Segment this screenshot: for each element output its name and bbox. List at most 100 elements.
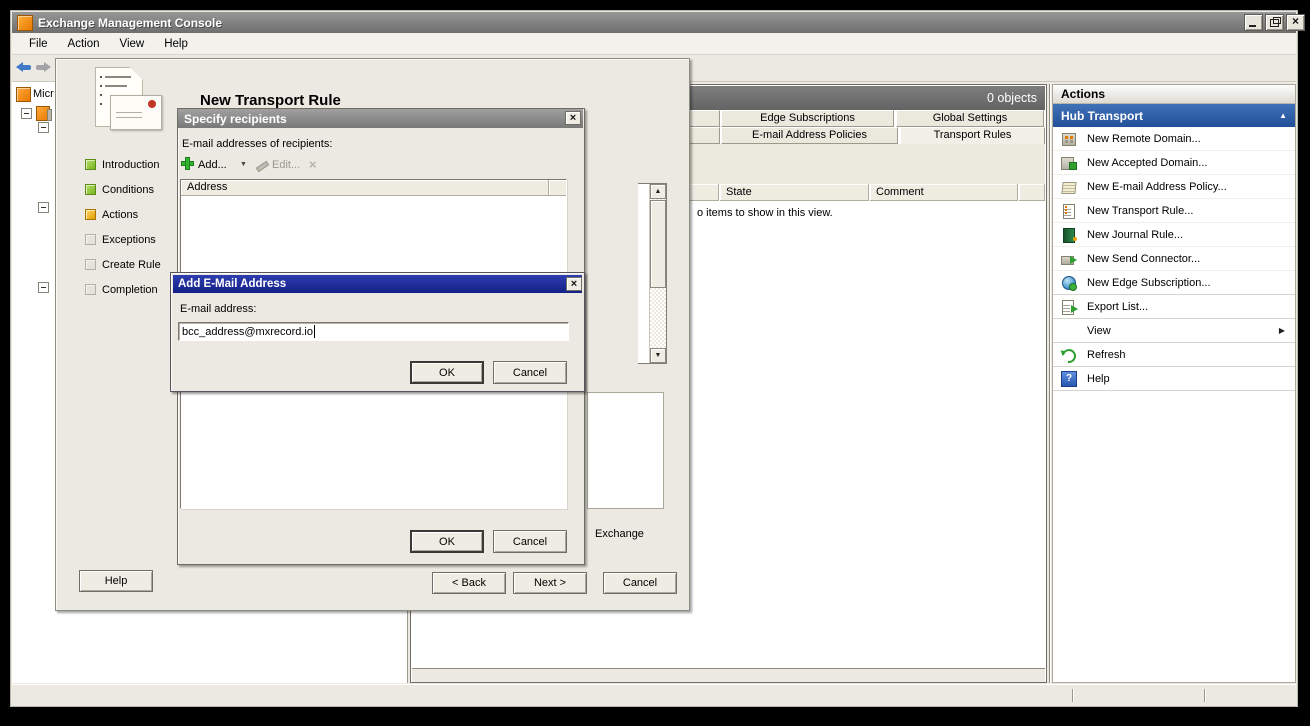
address-column-blank — [549, 180, 566, 196]
step-current-icon — [85, 209, 96, 220]
wizard-step-create-rule: Create Rule — [85, 252, 161, 277]
wizard-background-text: Exchange — [595, 528, 644, 540]
action-view[interactable]: View — [1053, 319, 1295, 343]
wizard-help-button[interactable]: Help — [79, 570, 153, 592]
specify-recipients-titlebar: Specify recipients — [178, 109, 583, 128]
email-address-value: bcc_address@mxrecord.io — [182, 326, 313, 338]
titlebar: Exchange Management Console — [12, 12, 1296, 33]
add-dialog-ok-button[interactable]: OK — [410, 361, 484, 384]
add-plus-icon[interactable] — [181, 157, 194, 170]
close-button[interactable] — [1286, 14, 1305, 31]
tree-expander-icon[interactable] — [38, 282, 49, 293]
screen: Exchange Management Console File Action … — [0, 0, 1310, 726]
step-complete-icon — [85, 184, 96, 195]
wizard-step-introduction: Introduction — [85, 152, 159, 177]
scrollbar-down-icon[interactable] — [650, 348, 666, 363]
export-list-icon — [1061, 299, 1077, 315]
scrollbar-thumb[interactable] — [650, 200, 666, 288]
vertical-scrollbar[interactable] — [649, 184, 666, 363]
collapse-arrow-icon[interactable] — [1279, 111, 1287, 120]
accepted-domain-icon — [1061, 155, 1077, 171]
column-header-comment[interactable]: Comment — [870, 184, 1018, 201]
tree-expander-icon[interactable] — [38, 122, 49, 133]
scrollbar-up-icon[interactable] — [650, 184, 666, 199]
edge-subscription-icon — [1061, 275, 1077, 291]
submenu-arrow-icon — [1279, 326, 1285, 335]
menu-view[interactable]: View — [111, 36, 154, 52]
action-new-email-address-policy[interactable]: New E-mail Address Policy... — [1053, 175, 1295, 199]
step-complete-icon — [85, 159, 96, 170]
email-address-policy-icon — [1061, 179, 1077, 195]
wizard-next-button[interactable]: Next > — [513, 572, 587, 594]
action-new-journal-rule[interactable]: New Journal Rule... — [1053, 223, 1295, 247]
add-dialog-cancel-button[interactable]: Cancel — [493, 361, 567, 384]
pane-divider[interactable] — [1049, 84, 1051, 683]
tab-transport-rules[interactable]: Transport Rules — [900, 127, 1045, 145]
tree-node-exchange-icon[interactable] — [36, 106, 50, 121]
add-dropdown-icon[interactable] — [240, 161, 247, 168]
exchange-logo-icon — [17, 15, 33, 31]
close-icon[interactable] — [566, 277, 582, 291]
recipients-cancel-button[interactable]: Cancel — [493, 530, 567, 553]
action-new-edge-subscription[interactable]: New Edge Subscription... — [1053, 271, 1295, 295]
tree-root-label[interactable]: Micr — [33, 88, 54, 100]
wizard-cancel-button[interactable]: Cancel — [603, 572, 677, 594]
refresh-icon — [1061, 347, 1077, 363]
wizard-step-completion: Completion — [85, 277, 158, 302]
window-title: Exchange Management Console — [38, 16, 222, 30]
edit-recipient-button: Edit... — [272, 159, 300, 171]
edit-pencil-icon — [256, 160, 268, 170]
status-bar-divider — [1204, 689, 1206, 702]
tree-expander-icon[interactable] — [21, 108, 32, 119]
tree-root-exchange-icon[interactable] — [16, 87, 31, 102]
close-icon[interactable] — [565, 111, 581, 125]
menu-action[interactable]: Action — [59, 36, 109, 52]
status-bar-divider — [1072, 689, 1074, 702]
menu-help[interactable]: Help — [155, 36, 197, 52]
text-caret — [314, 325, 315, 338]
back-arrow-icon[interactable] — [15, 59, 33, 76]
send-connector-icon — [1061, 251, 1077, 267]
status-bar — [12, 684, 1296, 705]
action-new-accepted-domain[interactable]: New Accepted Domain... — [1053, 151, 1295, 175]
actions-pane-title: Actions — [1053, 85, 1295, 104]
action-refresh[interactable]: Refresh — [1053, 343, 1295, 367]
action-help[interactable]: Help — [1053, 367, 1295, 391]
wizard-document-line — [105, 85, 127, 87]
tab-email-address-policies[interactable]: E-mail Address Policies — [721, 127, 898, 144]
hub-transport-group-header[interactable]: Hub Transport — [1053, 104, 1295, 127]
action-new-send-connector[interactable]: New Send Connector... — [1053, 247, 1295, 271]
add-recipient-button[interactable]: Add... — [198, 159, 227, 171]
journal-rule-icon — [1061, 227, 1077, 243]
wizard-document-bullets — [100, 76, 102, 78]
email-address-input[interactable]: bcc_address@mxrecord.io — [178, 322, 569, 341]
wizard-title: New Transport Rule — [200, 92, 341, 109]
objects-count: 0 objects — [987, 91, 1037, 105]
step-pending-icon — [85, 234, 96, 245]
menu-file[interactable]: File — [20, 36, 57, 52]
wizard-step-conditions: Conditions — [85, 177, 154, 202]
column-header-blank[interactable] — [1019, 184, 1045, 201]
wizard-back-button[interactable]: < Back — [432, 572, 506, 594]
column-header-state[interactable]: State — [720, 184, 869, 201]
action-export-list[interactable]: Export List... — [1053, 295, 1295, 319]
action-new-remote-domain[interactable]: New Remote Domain... — [1053, 127, 1295, 151]
no-icon — [1061, 323, 1077, 339]
address-column-header[interactable]: Address — [181, 180, 549, 196]
minimize-button[interactable] — [1244, 14, 1263, 31]
recipients-ok-button[interactable]: OK — [410, 530, 484, 553]
delete-x-icon — [309, 157, 317, 172]
step-pending-icon — [85, 259, 96, 270]
result-pane-bottom-edge — [412, 668, 1045, 682]
empty-view-message: o items to show in this view. — [697, 207, 833, 219]
step-pending-icon — [85, 284, 96, 295]
action-new-transport-rule[interactable]: New Transport Rule... — [1053, 199, 1295, 223]
wizard-step-actions: Actions — [85, 202, 138, 227]
email-address-label: E-mail address: — [180, 303, 256, 315]
restore-button[interactable] — [1265, 14, 1284, 31]
help-icon — [1061, 371, 1077, 387]
window-controls — [1244, 14, 1305, 31]
tab-edge-subscriptions[interactable]: Edge Subscriptions — [721, 110, 894, 127]
tree-expander-icon[interactable] — [38, 202, 49, 213]
tab-global-settings[interactable]: Global Settings — [896, 110, 1044, 127]
